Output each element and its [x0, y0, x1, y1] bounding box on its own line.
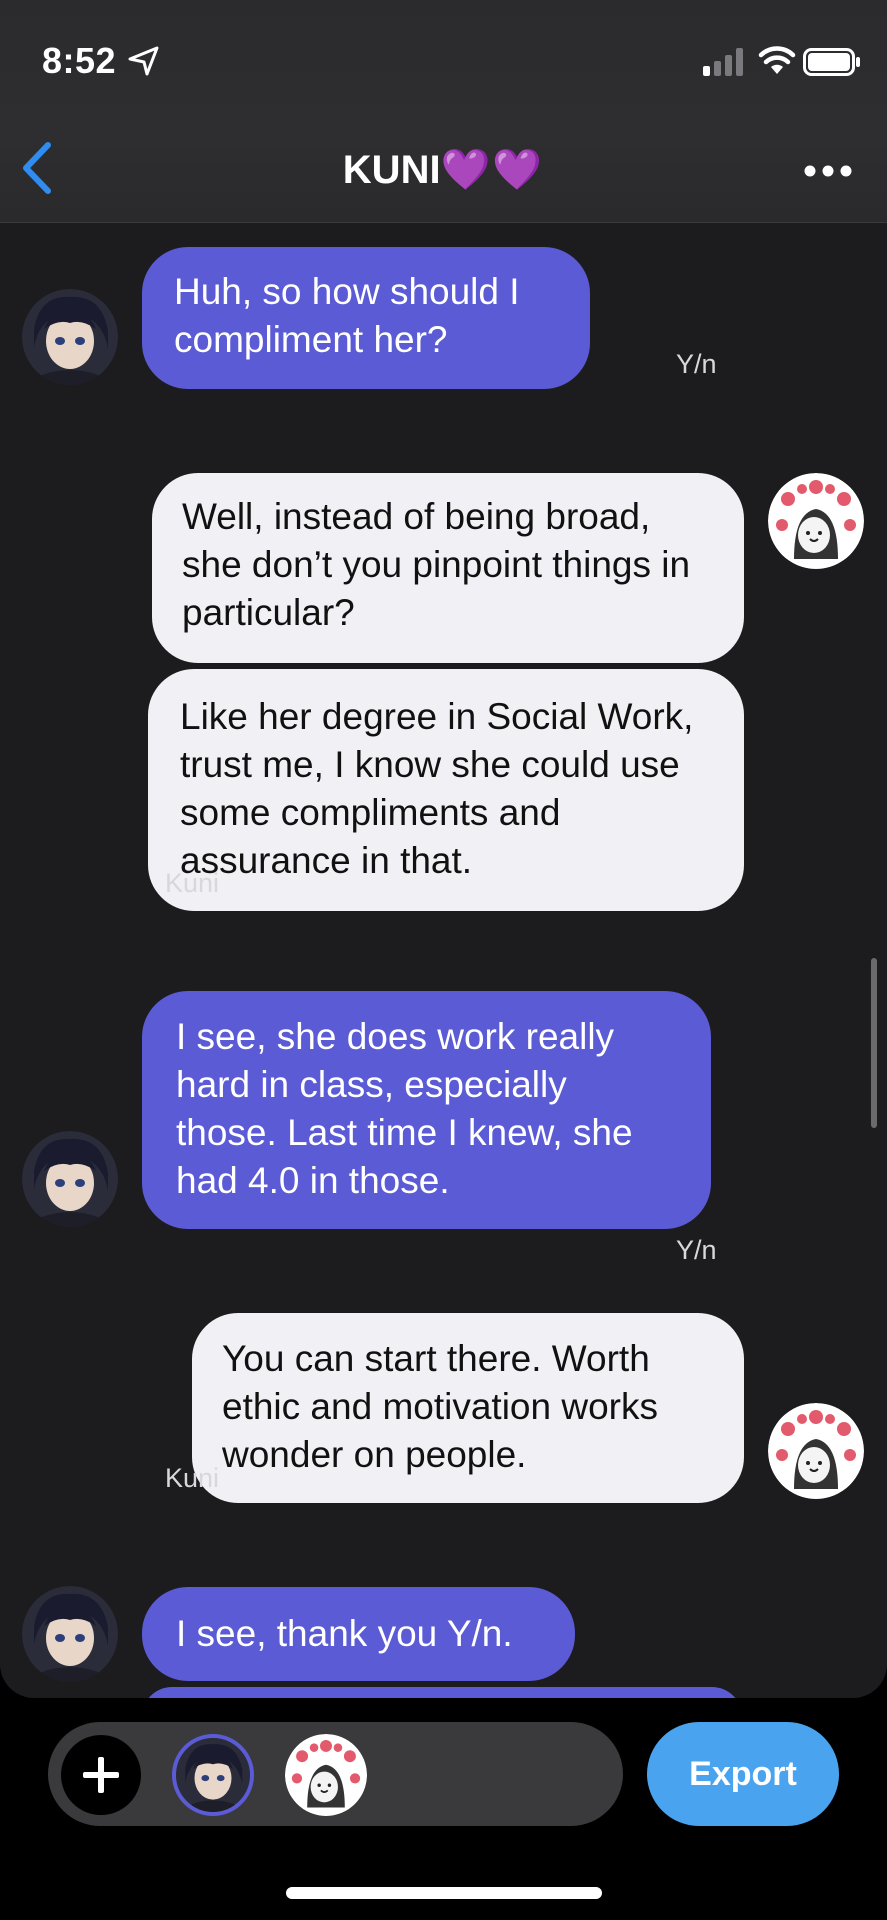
message-bubble-yn: Well, instead of being broad, she don’t … [152, 473, 744, 663]
kuni-avatar [22, 1131, 118, 1227]
location-arrow-icon [128, 46, 159, 76]
purple-heart-emoji: 💜💜 [440, 148, 545, 192]
sender-label-kuni: Kuni [165, 868, 220, 898]
battery-icon [803, 48, 860, 76]
kuni-avatar [22, 289, 118, 385]
app-screen: 8:52 KUNI💜💜 Huh, so how should I complim… [0, 0, 887, 1920]
yn-avatar [768, 1403, 864, 1499]
status-time: 8:52 [42, 40, 117, 81]
top-bar: 8:52 KUNI💜💜 [0, 0, 887, 223]
message-bubble-yn: Like her degree in Social Work, trust me… [148, 669, 744, 911]
message-bubble-kuni: I see, thank you Y/n. [142, 1587, 575, 1681]
export-button[interactable]: Export [647, 1722, 839, 1826]
plus-icon [83, 1757, 119, 1793]
more-dots-icon[interactable] [803, 164, 853, 178]
sender-label-yn: Y/n [676, 349, 717, 379]
kuni-avatar [22, 1586, 118, 1682]
chat-title: KUNI💜💜 [0, 146, 887, 193]
message-bubble-kuni: I see, she does work really hard in clas… [142, 991, 711, 1229]
yn-character-avatar[interactable] [285, 1734, 367, 1816]
home-indicator[interactable] [286, 1887, 602, 1899]
sender-label-kuni: Kuni [165, 1463, 220, 1493]
wifi-icon [758, 46, 796, 74]
message-bubble-yn: You can start there. Worth ethic and mot… [192, 1313, 744, 1503]
add-character-button[interactable] [61, 1735, 141, 1815]
message-bubble-kuni: Huh, so how should I compliment her? [142, 247, 590, 389]
kuni-character-avatar[interactable] [172, 1734, 254, 1816]
chat-title-text: KUNI [342, 148, 441, 192]
scrollbar[interactable] [871, 958, 877, 1128]
message-bubble-partial [142, 1687, 742, 1698]
sender-label-yn: Y/n [676, 1235, 717, 1265]
signal-icon [703, 48, 743, 76]
yn-avatar [768, 473, 864, 569]
chat-area[interactable]: Huh, so how should I compliment her? Y/n… [0, 223, 887, 1698]
